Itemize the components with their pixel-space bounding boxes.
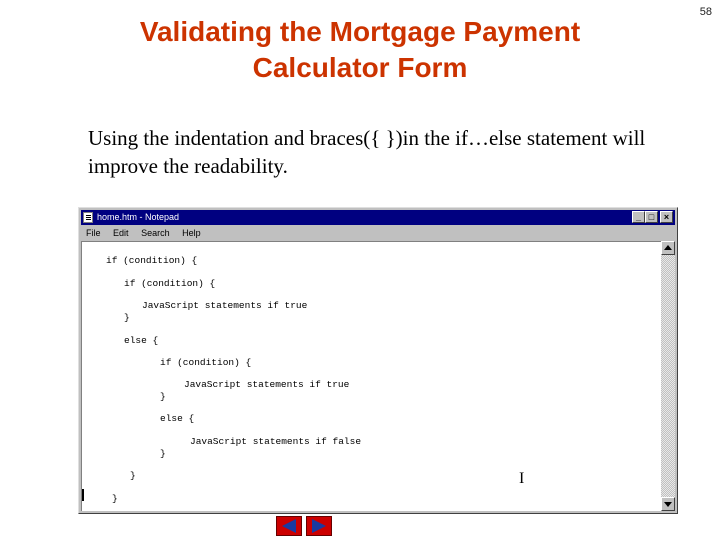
menu-help[interactable]: Help [177, 226, 206, 240]
up-arrow-icon [664, 245, 672, 250]
down-arrow-icon [664, 502, 672, 507]
code-line: else { [160, 413, 195, 424]
next-slide-icon [312, 519, 326, 533]
next-slide-button[interactable] [306, 516, 332, 536]
minimize-button[interactable]: _ [632, 211, 645, 223]
text-caret [82, 489, 84, 501]
menu-edit[interactable]: Edit [108, 226, 134, 240]
notepad-window: home.htm - Notepad _ □ × File Edit Searc… [78, 207, 678, 514]
code-line: } [160, 391, 166, 402]
vertical-scrollbar[interactable] [661, 241, 675, 511]
window-titlebar[interactable]: home.htm - Notepad _ □ × [81, 210, 675, 225]
previous-slide-button[interactable] [276, 516, 302, 536]
code-line: else { [124, 335, 159, 346]
menu-search[interactable]: Search [136, 226, 175, 240]
scroll-up-button[interactable] [661, 241, 675, 255]
code-line: } [160, 448, 166, 459]
code-line: JavaScript statements if false [190, 436, 362, 447]
code-line: } [130, 470, 136, 481]
code-line: JavaScript statements if true [184, 379, 350, 390]
slide-number: 58 [699, 6, 712, 18]
code-line: if (condition) { [124, 278, 216, 289]
ibeam-cursor-icon: I [519, 470, 525, 487]
code-line: } [124, 312, 130, 323]
code-line: } [112, 493, 118, 504]
previous-slide-icon [282, 519, 296, 533]
slide-body-text: Using the indentation and braces({ })in … [88, 126, 646, 178]
maximize-button[interactable]: □ [645, 211, 658, 223]
code-line: if (condition) { [106, 255, 198, 266]
close-button[interactable]: × [660, 211, 673, 223]
scroll-down-button[interactable] [661, 497, 675, 511]
window-title: home.htm - Notepad [97, 212, 180, 222]
notepad-icon [83, 212, 93, 223]
window-controls: _ □ × [632, 211, 673, 224]
menu-bar: File Edit Search Help [81, 226, 675, 240]
slide-title: Validating the Mortgage Payment Calculat… [139, 16, 581, 83]
menu-file[interactable]: File [81, 226, 106, 240]
code-line: JavaScript statements if true [142, 300, 308, 311]
text-editor[interactable]: if (condition) { if (condition) { JavaSc… [81, 241, 661, 511]
code-line: if (condition) { [160, 357, 252, 368]
